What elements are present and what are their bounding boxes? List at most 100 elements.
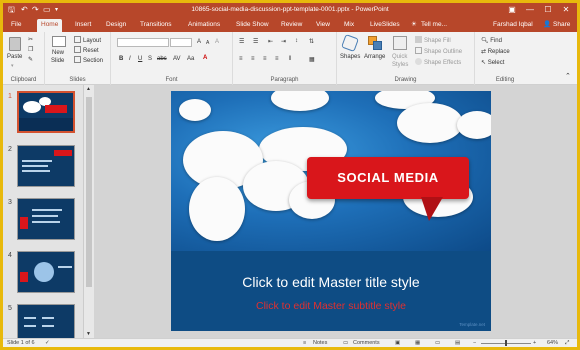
font-color-icon[interactable]: A — [203, 55, 207, 61]
notes-icon[interactable]: ≡ — [303, 339, 306, 347]
copy-icon[interactable]: ❐ — [28, 46, 33, 53]
shape-outline-button[interactable]: Shape Outline — [415, 47, 462, 55]
reset-button[interactable]: Reset — [74, 46, 99, 54]
align-left-icon[interactable]: ≡ — [239, 56, 243, 62]
slide-footer-logo: Template.net — [459, 322, 485, 327]
justify-icon[interactable]: ≡ — [275, 56, 279, 62]
fit-to-window-icon[interactable]: ⤢ — [565, 339, 569, 347]
current-slide[interactable]: SOCIAL MEDIA Click to edit Master title … — [171, 91, 491, 331]
reading-view-icon[interactable]: ▭ — [435, 339, 440, 347]
font-name-box[interactable] — [117, 38, 169, 47]
spell-check-icon[interactable]: ✓ — [45, 339, 50, 347]
section-label: Section — [83, 58, 104, 64]
align-right-icon[interactable]: ≡ — [263, 56, 267, 62]
shapes-icon[interactable] — [341, 34, 359, 52]
tab-insert[interactable]: Insert — [71, 19, 95, 32]
quick-styles-icon[interactable] — [393, 36, 407, 50]
cut-icon[interactable]: ✂ — [28, 36, 33, 43]
arrange-button[interactable]: Arrange — [364, 54, 385, 60]
shrink-font-button[interactable]: A — [206, 40, 209, 46]
paste-button[interactable]: Paste — [7, 54, 22, 60]
character-spacing-button[interactable]: AV — [173, 56, 181, 62]
share-button[interactable]: Share — [549, 19, 574, 32]
zoom-level[interactable]: 64% — [547, 339, 558, 347]
align-center-icon[interactable]: ≡ — [251, 56, 255, 62]
format-painter-icon[interactable]: ✎ — [28, 56, 33, 63]
shape-effects-button[interactable]: Shape Effects — [415, 58, 461, 66]
italic-button[interactable]: I — [129, 56, 131, 62]
tab-mix[interactable]: Mix — [340, 19, 358, 32]
tab-liveslides[interactable]: LiveSlides — [366, 19, 404, 32]
drawing-group: Shapes Arrange Quick Styles Shape Fill S… — [337, 32, 475, 85]
grow-font-button[interactable]: A — [197, 39, 201, 45]
line-spacing-icon[interactable]: ↕ — [295, 38, 298, 44]
slide-sorter-icon[interactable]: ▦ — [415, 339, 420, 347]
quick-styles-button-line2[interactable]: Styles — [392, 62, 408, 68]
tab-design[interactable]: Design — [102, 19, 130, 32]
change-case-button[interactable]: Aa — [187, 56, 194, 62]
underline-button[interactable]: U — [138, 56, 142, 62]
notes-button[interactable]: Notes — [313, 339, 327, 347]
font-size-box[interactable] — [170, 38, 192, 47]
select-label: Select — [487, 60, 505, 66]
scroll-up-icon[interactable]: ▲ — [86, 86, 91, 92]
tab-file[interactable]: File — [7, 19, 25, 32]
text-direction-icon[interactable]: ⇅ — [309, 38, 314, 45]
tab-view[interactable]: View — [312, 19, 334, 32]
tell-me-search[interactable]: Tell me... — [417, 19, 451, 32]
quick-styles-button[interactable]: Quick — [392, 54, 407, 60]
decrease-indent-icon[interactable]: ⇤ — [268, 38, 273, 45]
numbering-icon[interactable]: ☰ — [253, 38, 258, 45]
slide-thumbnail-2[interactable] — [17, 145, 75, 187]
paste-dropdown-icon[interactable]: ▾ — [11, 63, 14, 69]
slide-thumbnail-1[interactable] — [17, 91, 75, 133]
normal-view-icon[interactable]: ▣ — [395, 339, 400, 347]
tab-review[interactable]: Review — [277, 19, 306, 32]
tab-home[interactable]: Home — [37, 19, 63, 32]
zoom-slider-thumb[interactable] — [505, 340, 507, 346]
shape-fill-button[interactable]: Shape Fill — [415, 36, 451, 44]
thumbnail-scrollbar[interactable]: ▲ ▼ — [83, 85, 94, 338]
ribbon: Paste ▾ ✂ ❐ ✎ Clipboard New Slide Layout… — [3, 32, 577, 85]
new-slide-icon[interactable] — [52, 36, 66, 47]
slide-title[interactable]: Click to edit Master title style — [171, 274, 491, 290]
tab-slide-show[interactable]: Slide Show — [232, 19, 273, 32]
new-slide-button-line2[interactable]: Slide — [51, 58, 64, 64]
comments-button[interactable]: Comments — [353, 339, 380, 347]
bullets-icon[interactable]: ☰ — [239, 38, 244, 45]
slide-thumbnail-3[interactable] — [17, 198, 75, 240]
shape-fill-label: Shape Fill — [424, 38, 451, 44]
minimize-button[interactable]: — — [521, 4, 539, 16]
comments-icon[interactable]: ▭ — [343, 339, 348, 347]
layout-button[interactable]: Layout — [74, 36, 101, 44]
shapes-button[interactable]: Shapes — [340, 54, 360, 60]
shadow-button[interactable]: S — [148, 56, 152, 62]
bold-button[interactable]: B — [119, 56, 123, 62]
maximize-button[interactable]: ☐ — [539, 4, 557, 16]
increase-indent-icon[interactable]: ⇥ — [281, 38, 286, 45]
replace-button[interactable]: ⇄ Replace — [481, 48, 510, 55]
tab-transitions[interactable]: Transitions — [136, 19, 176, 32]
find-button[interactable]: 🔍︎ Find — [481, 37, 502, 44]
slide-show-icon[interactable]: ▤ — [455, 339, 460, 347]
select-button[interactable]: ↖ Select — [481, 59, 504, 66]
user-name[interactable]: Farshad Iqbal — [489, 19, 537, 32]
speech-bubble — [457, 111, 491, 139]
strikethrough-button[interactable]: abc — [157, 56, 167, 62]
tab-animations[interactable]: Animations — [184, 19, 224, 32]
columns-icon[interactable]: ‖ — [289, 56, 291, 62]
close-button[interactable]: ✕ — [557, 4, 575, 16]
clear-formatting-button[interactable]: A — [215, 39, 219, 45]
slide-thumbnail-4[interactable] — [17, 251, 75, 293]
zoom-out-button[interactable]: − — [473, 339, 476, 347]
paste-icon[interactable] — [9, 37, 21, 51]
scrollbar-thumb[interactable] — [86, 97, 92, 287]
scroll-down-icon[interactable]: ▼ — [86, 331, 91, 337]
zoom-in-button[interactable]: + — [533, 339, 536, 347]
smartart-icon[interactable]: ▦ — [309, 56, 315, 63]
ribbon-display-options-icon[interactable]: ▣ — [503, 4, 521, 16]
section-button[interactable]: Section — [74, 56, 103, 64]
slide-subtitle[interactable]: Click to edit Master subtitle style — [171, 300, 491, 312]
new-slide-button[interactable]: New — [52, 50, 64, 56]
collapse-ribbon-icon[interactable]: ⌃ — [565, 72, 571, 80]
